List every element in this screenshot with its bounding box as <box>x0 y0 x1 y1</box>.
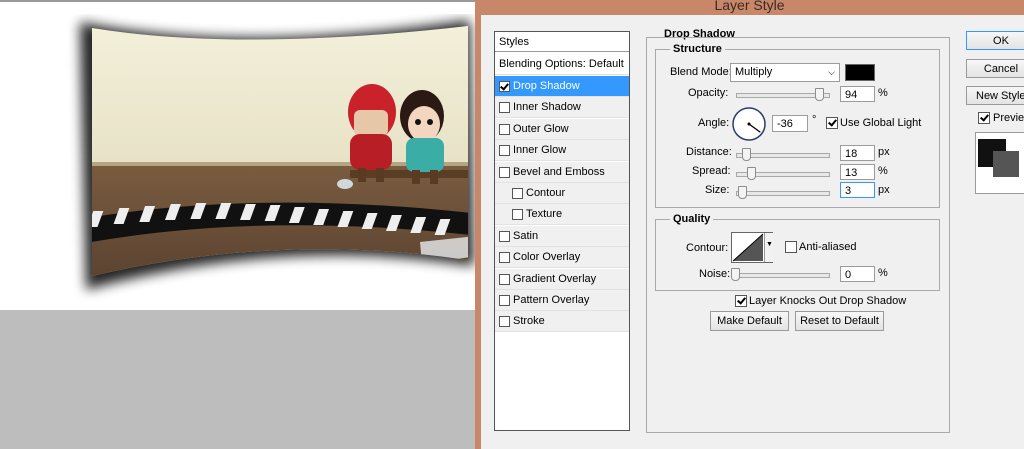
blending-options-item[interactable]: Blending Options: Default <box>495 54 629 75</box>
styles-list: Styles Blending Options: Default Drop Sh… <box>494 31 630 431</box>
style-item-stroke[interactable]: Stroke <box>495 311 629 333</box>
style-item-checkbox[interactable] <box>499 102 510 114</box>
style-item-checkbox[interactable] <box>499 295 510 306</box>
style-item-checkbox[interactable] <box>499 123 510 135</box>
style-item-inner-shadow[interactable]: Inner Shadow <box>495 97 629 119</box>
style-item-inner-glow[interactable]: Inner Glow <box>495 140 629 162</box>
style-preview-thumbnail <box>975 132 1024 194</box>
canvas-top-border <box>0 0 477 2</box>
style-item-texture[interactable]: Texture <box>495 204 629 226</box>
style-item-label: Inner Glow <box>513 144 567 157</box>
style-item-contour[interactable]: Contour <box>495 183 629 204</box>
preview-label: Preview <box>993 112 1024 124</box>
style-item-drop-shadow[interactable]: Drop Shadow <box>495 76 629 97</box>
style-item-gradient-overlay[interactable]: Gradient Overlay <box>495 268 629 290</box>
style-item-label: Inner Shadow <box>513 101 581 114</box>
style-item-label: Satin <box>513 229 539 242</box>
new-style-button[interactable]: New Style... <box>966 86 1024 105</box>
style-item-checkbox[interactable] <box>499 316 510 328</box>
document-canvas[interactable] <box>0 0 477 310</box>
style-item-label: Drop Shadow <box>513 80 580 92</box>
style-item-checkbox[interactable] <box>499 166 510 178</box>
style-item-label: Texture <box>526 208 563 221</box>
style-item-checkbox[interactable] <box>499 273 510 285</box>
styles-header[interactable]: Styles <box>495 32 629 52</box>
style-item-label: Pattern Overlay <box>513 294 590 306</box>
style-item-bevel-and-emboss[interactable]: Bevel and Emboss <box>495 161 629 183</box>
style-item-satin[interactable]: Satin <box>495 225 629 247</box>
style-item-outer-glow[interactable]: Outer Glow <box>495 118 629 140</box>
style-item-label: Gradient Overlay <box>513 272 597 285</box>
warped-photo-layer[interactable] <box>60 14 480 304</box>
style-item-checkbox[interactable] <box>499 230 510 242</box>
style-item-checkbox[interactable] <box>512 209 523 221</box>
cancel-button[interactable]: Cancel <box>966 59 1024 78</box>
style-item-label: Color Overlay <box>513 251 581 264</box>
drop-shadow-panel <box>646 37 950 433</box>
style-item-label: Stroke <box>513 315 545 328</box>
style-item-checkbox[interactable] <box>512 188 523 199</box>
style-item-checkbox[interactable] <box>499 252 510 264</box>
preview-swatch-square <box>993 151 1019 177</box>
style-item-color-overlay[interactable]: Color Overlay <box>495 247 629 269</box>
ok-button[interactable]: OK <box>966 31 1024 50</box>
style-item-pattern-overlay[interactable]: Pattern Overlay <box>495 290 629 311</box>
style-item-label: Contour <box>526 187 566 199</box>
style-item-label: Bevel and Emboss <box>513 165 605 178</box>
dialog-title: Layer Style <box>714 0 785 13</box>
style-item-checkbox[interactable] <box>499 81 510 92</box>
preview-checkbox[interactable] <box>978 112 990 124</box>
style-item-label: Outer Glow <box>513 122 569 135</box>
style-item-checkbox[interactable] <box>499 145 510 157</box>
